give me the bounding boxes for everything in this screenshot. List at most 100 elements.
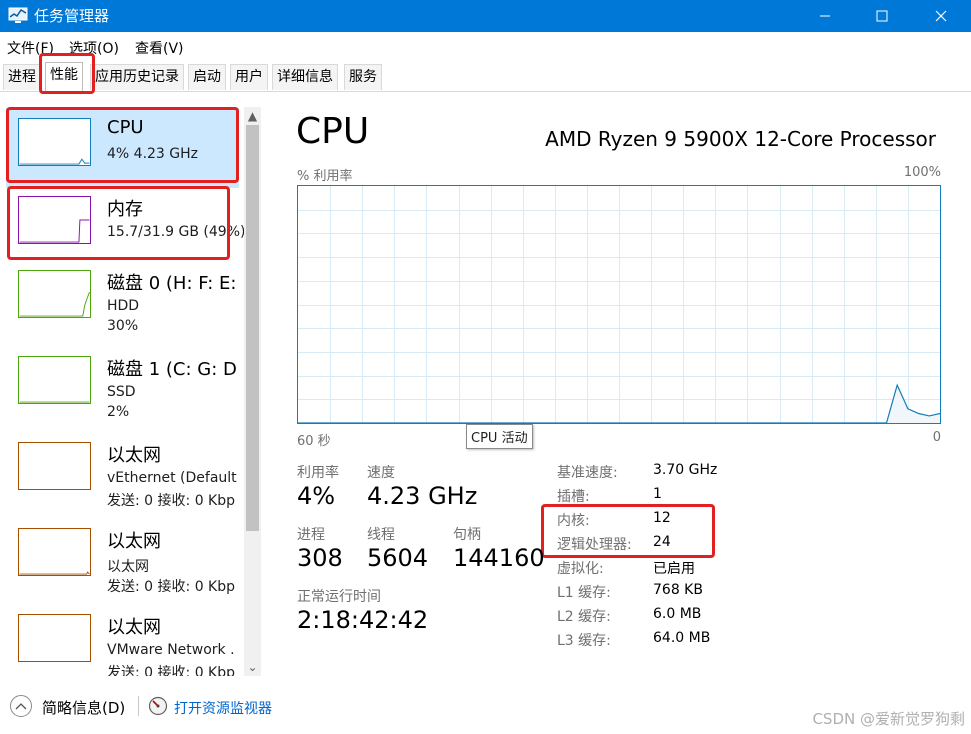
tab-processes[interactable]: 进程 (3, 64, 41, 90)
graph-y-max-label: 100% (903, 165, 941, 180)
sidebar-item-detail: vEthernet (Default (107, 470, 237, 486)
utilization-label: 利用率 (297, 465, 339, 481)
sidebar-item-throughput: 发送: 0 接收: 0 Kbp (107, 579, 236, 595)
virtualization-value: 已启用 (653, 561, 695, 577)
sidebar-item-detail: VMware Network . (107, 642, 235, 658)
tab-bar: 进程 性能 应用历史记录 启动 用户 详细信息 服务 (0, 58, 971, 92)
utilization-value: 4% (297, 482, 336, 510)
sidebar-item-label: 以太网 (107, 445, 161, 466)
resource-monitor-icon[interactable] (148, 696, 168, 716)
l2-cache-value: 6.0 MB (653, 606, 702, 622)
virtualization-label: 虚拟化: (557, 561, 604, 577)
menu-bar: 文件(F) 选项(O) 查看(V) (0, 32, 971, 58)
graph-y-label: % 利用率 (297, 169, 353, 184)
speed-value: 4.23 GHz (367, 482, 478, 510)
cpu-model-name: AMD Ryzen 9 5900X 12-Core Processor (545, 127, 936, 151)
speed-label: 速度 (367, 465, 395, 481)
sidebar-item-usage: 30% (107, 318, 139, 334)
sidebar-item-memory[interactable]: 内存 15.7/31.9 GB (49%) (6, 186, 245, 266)
sidebar-item-detail: SSD (107, 384, 136, 400)
sidebar-item-throughput: 发送: 0 接收: 0 Kbp (107, 493, 236, 509)
processes-label: 进程 (297, 527, 325, 543)
window-title: 任务管理器 (34, 7, 110, 25)
sidebar-item-label: 磁盘 1 (C: G: D (107, 359, 237, 380)
sidebar-item-cpu[interactable]: CPU 4% 4.23 GHz (6, 108, 239, 188)
sidebar-item-label: 以太网 (107, 617, 161, 638)
scrollbar-thumb[interactable] (246, 125, 259, 531)
footer-bar: 简略信息(D) 打开资源监视器 CSDN @爱新觉罗狗剩 (0, 684, 971, 734)
sidebar-item-detail: HDD (107, 298, 140, 314)
l3-cache-value: 64.0 MB (653, 630, 711, 646)
sidebar-item-ethernet-2[interactable]: 以太网 以太网 发送: 0 接收: 0 Kbp (6, 518, 239, 598)
tab-details[interactable]: 详细信息 (272, 64, 338, 90)
open-resource-monitor-link[interactable]: 打开资源监视器 (174, 698, 272, 718)
handles-label: 句柄 (453, 527, 481, 543)
sidebar-item-disk-1[interactable]: 磁盘 1 (C: G: D SSD 2% (6, 346, 239, 426)
cores-value: 12 (653, 510, 671, 526)
sidebar-item-disk-0[interactable]: 磁盘 0 (H: F: E: HDD 30% (6, 260, 239, 340)
processes-value: 308 (297, 544, 343, 572)
footer-divider (138, 696, 139, 716)
task-manager-icon (8, 7, 28, 23)
l1-cache-label: L1 缓存: (557, 585, 611, 601)
fewer-details-label[interactable]: 简略信息(D) (42, 697, 125, 718)
l3-cache-label: L3 缓存: (557, 633, 611, 649)
maximize-button[interactable] (859, 0, 905, 32)
watermark: CSDN @爱新觉罗狗剩 (812, 710, 965, 728)
maximize-icon (876, 10, 888, 22)
uptime-label: 正常运行时间 (297, 589, 381, 605)
base-speed-label: 基准速度: (557, 465, 618, 481)
graph-tooltip: CPU 活动 (466, 424, 533, 449)
ethernet3-thumbnail-graph (18, 614, 91, 662)
disk0-thumbnail-graph (18, 270, 91, 318)
cpu-utilization-graph (297, 185, 941, 424)
sidebar-item-ethernet-3[interactable]: 以太网 VMware Network . 发送: 0 接收: 0 Kbp (6, 604, 239, 676)
menu-file[interactable]: 文件(F) (7, 38, 54, 58)
sidebar-scrollbar[interactable]: ▲ ⌄ (244, 107, 261, 676)
close-icon (935, 10, 947, 22)
menu-view[interactable]: 查看(V) (135, 38, 184, 58)
chevron-up-icon (15, 703, 27, 710)
cpu-utilization-chart (298, 186, 940, 423)
logical-processors-label: 逻辑处理器: (557, 537, 632, 553)
threads-value: 5604 (367, 544, 429, 572)
tab-services[interactable]: 服务 (344, 64, 382, 90)
ethernet2-thumbnail-graph (18, 528, 91, 576)
sidebar-item-ethernet-1[interactable]: 以太网 vEthernet (Default 发送: 0 接收: 0 Kbp (6, 432, 239, 512)
sidebar-item-detail: 以太网 (107, 559, 149, 575)
logical-processors-value: 24 (653, 534, 671, 550)
title-bar: 任务管理器 (0, 0, 971, 32)
scroll-down-icon[interactable]: ⌄ (246, 660, 259, 674)
uptime-value: 2:18:42:42 (297, 606, 429, 634)
resource-sidebar: CPU 4% 4.23 GHz 内存 15.7/31.9 GB (49%) 磁盘… (0, 92, 262, 676)
sidebar-item-detail: 4% 4.23 GHz (107, 146, 199, 162)
base-speed-value: 3.70 GHz (653, 462, 718, 478)
sockets-value: 1 (653, 486, 662, 502)
minimize-button[interactable] (802, 0, 848, 32)
fewer-details-button[interactable] (10, 695, 32, 717)
ethernet1-thumbnail-graph (18, 442, 91, 490)
cores-label: 内核: (557, 513, 590, 529)
minimize-icon (820, 15, 830, 17)
tab-users[interactable]: 用户 (230, 64, 268, 90)
sidebar-item-usage: 2% (107, 404, 130, 420)
tab-startup[interactable]: 启动 (188, 64, 226, 90)
l2-cache-label: L2 缓存: (557, 609, 611, 625)
l1-cache-value: 768 KB (653, 582, 703, 598)
sidebar-item-label: 内存 (107, 199, 143, 220)
sockets-label: 插槽: (557, 489, 590, 505)
tab-performance[interactable]: 性能 (45, 62, 83, 91)
menu-options[interactable]: 选项(O) (69, 38, 119, 58)
handles-value: 144160 (453, 544, 545, 572)
tab-app-history[interactable]: 应用历史记录 (90, 64, 184, 90)
graph-x-end-label: 0 (932, 430, 941, 445)
graph-x-start-label: 60 秒 (297, 434, 331, 449)
cpu-thumbnail-graph (18, 118, 91, 166)
close-button[interactable] (918, 0, 964, 32)
threads-label: 线程 (367, 527, 395, 543)
memory-thumbnail-graph (18, 196, 91, 244)
page-title: CPU (296, 111, 370, 152)
sidebar-item-label: 磁盘 0 (H: F: E: (107, 273, 237, 294)
sidebar-item-label: 以太网 (107, 531, 161, 552)
scroll-up-icon[interactable]: ▲ (246, 109, 259, 123)
